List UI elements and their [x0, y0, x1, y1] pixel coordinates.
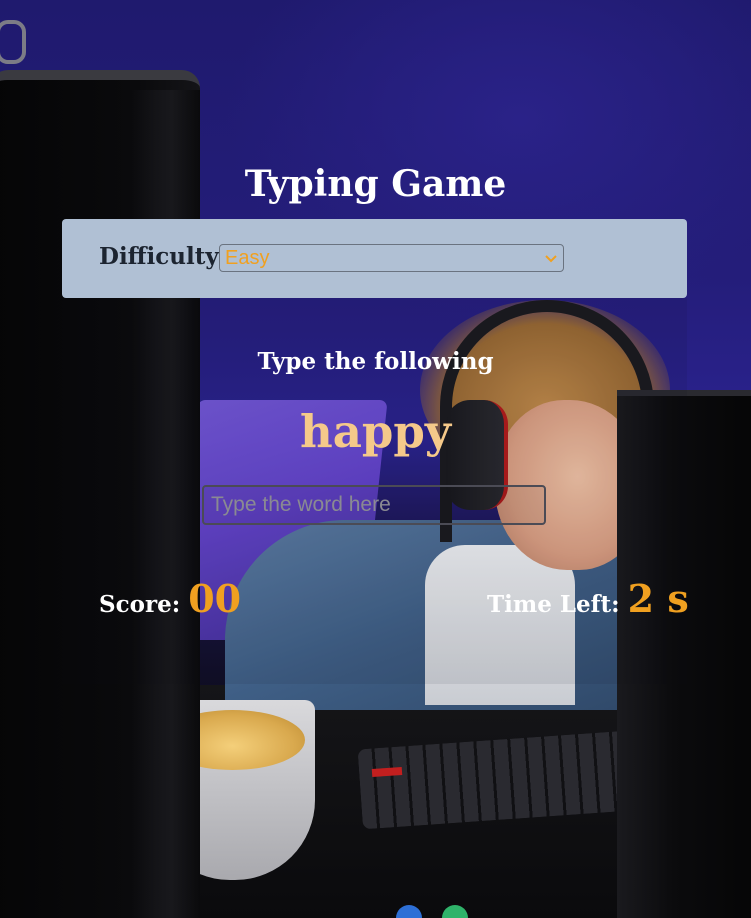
time-value: 2 s — [627, 576, 689, 621]
score-label: Score: — [99, 591, 181, 618]
target-word: happy — [300, 405, 451, 458]
score: Score: 00 — [99, 576, 241, 628]
difficulty-bar: Difficulty Easy — [62, 219, 687, 298]
word-input[interactable] — [202, 485, 546, 525]
difficulty-selected-value: Easy — [225, 247, 270, 269]
difficulty-select[interactable]: Easy — [219, 244, 564, 272]
page-title: Typing Game — [244, 163, 507, 205]
time-label: Time Left: — [487, 591, 620, 618]
prompt-text: Type the following — [257, 348, 494, 375]
difficulty-label: Difficulty — [99, 243, 219, 270]
time-left: Time Left: 2 s — [487, 576, 689, 628]
score-value: 00 — [188, 576, 242, 621]
typing-game: Typing Game Difficulty Easy Type the fol… — [0, 0, 751, 918]
chevron-down-icon — [545, 245, 557, 271]
